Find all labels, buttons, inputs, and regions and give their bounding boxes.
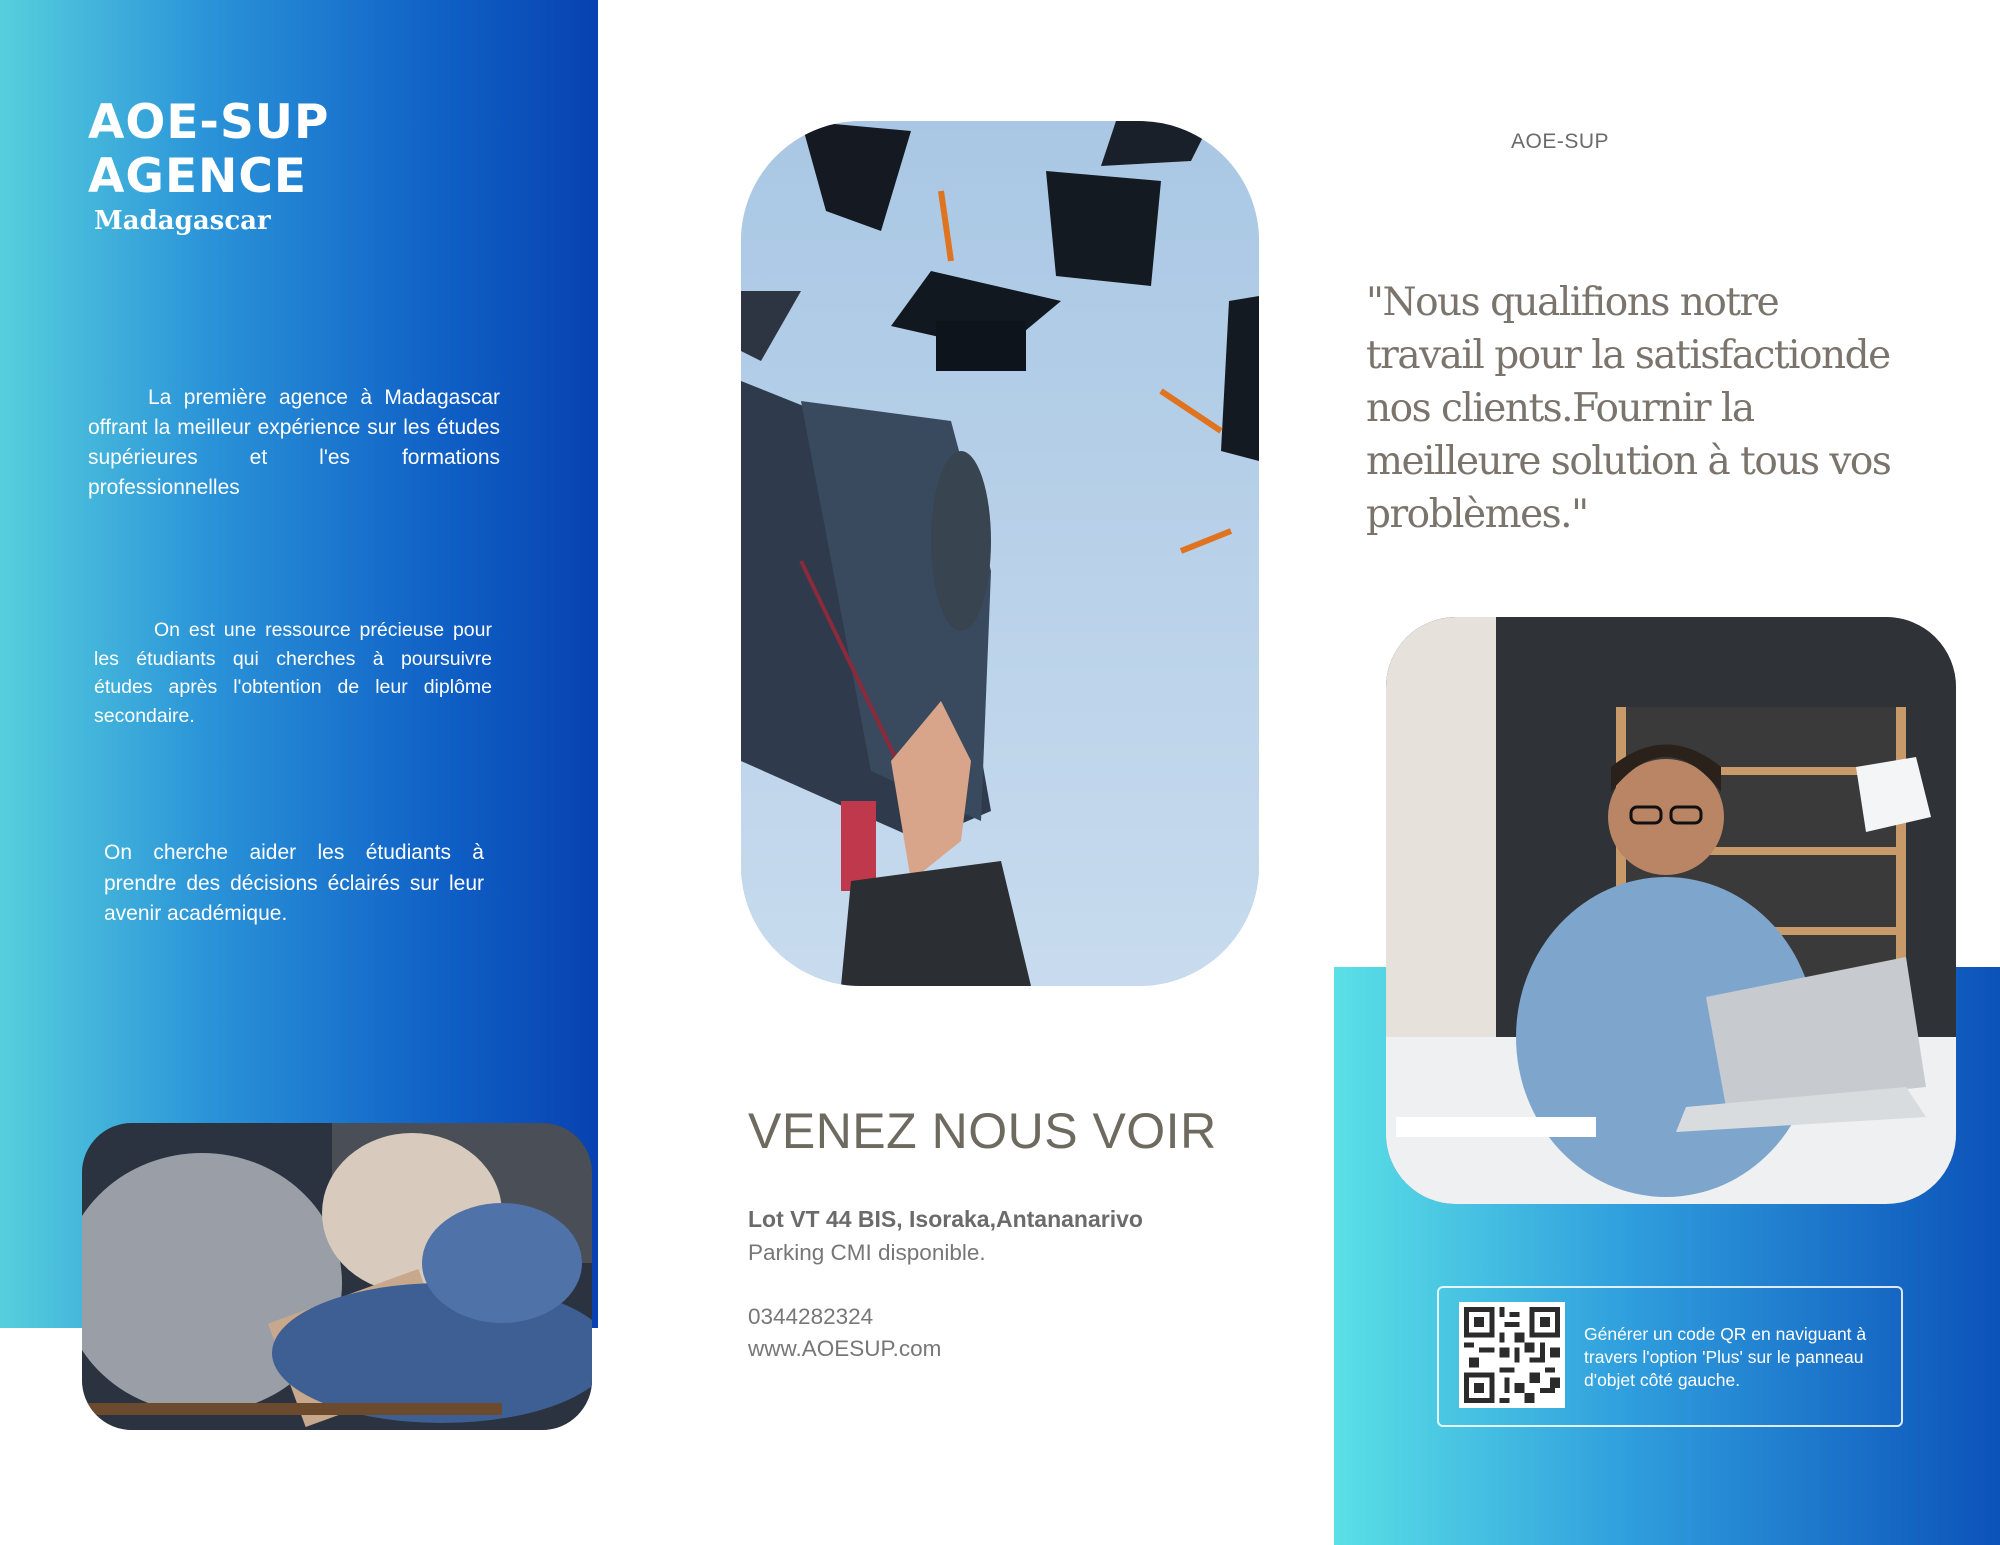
brand-title-line1: AOE-SUP [88, 95, 330, 150]
resource-paragraph: On est une ressource précieuse pour les … [94, 619, 492, 727]
visit-us-heading: VENEZ NOUS VOIR [748, 1103, 1217, 1159]
brand-title: AOE-SUP AGENCE [88, 96, 548, 204]
qr-code-icon [1459, 1302, 1565, 1408]
brand-label: AOE-SUP [1510, 130, 1610, 153]
brand-title-line2: AGENCE [88, 149, 307, 204]
students-photo [82, 1123, 592, 1430]
brand-subtitle: Madagascar [94, 206, 271, 236]
graduation-photo [741, 121, 1259, 986]
mission-paragraph: On cherche aider les étudiants à prendre… [104, 841, 484, 925]
website-link[interactable]: www.AOESUP.com [748, 1336, 941, 1362]
intro-paragraph: La première agence à Madagascar offrant … [88, 386, 500, 499]
address-text: Lot VT 44 BIS, Isoraka,Antananarivo [748, 1206, 1143, 1232]
quote-text: "Nous qualifions notre travail pour la s… [1366, 280, 1892, 537]
office-photo [1386, 617, 1956, 1204]
phone-text: 0344282324 [748, 1304, 874, 1329]
qr-instructions-text: Générer un code QR en naviguant à traver… [1584, 1324, 1867, 1390]
parking-text: Parking CMI disponible. [748, 1240, 986, 1265]
